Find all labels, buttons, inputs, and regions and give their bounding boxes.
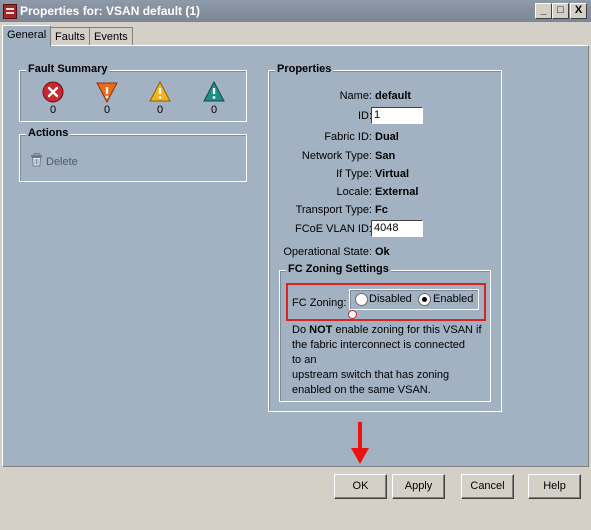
fault-critical[interactable]: 0	[38, 81, 68, 116]
note-line-1-rest: enable zoning for this VSAN if	[332, 324, 482, 336]
tab-general[interactable]: General	[2, 25, 52, 47]
fault-major[interactable]: 0	[92, 81, 122, 116]
if-type-label: If Type:	[336, 168, 372, 180]
fault-warning[interactable]: 0	[199, 81, 229, 116]
id-field[interactable]: 1	[371, 107, 423, 124]
delete-action[interactable]: Delete	[30, 153, 78, 168]
properties-group: Properties Name: default ID: 1 Fabric ID…	[268, 63, 502, 412]
transport-type-row: Transport Type: Fc	[269, 201, 499, 219]
operational-state-label: Operational State:	[283, 246, 372, 258]
critical-count: 0	[49, 104, 57, 116]
fc-zoning-enabled-label[interactable]: Enabled	[433, 293, 473, 305]
fc-zoning-group: FC Zoning Settings FC Zoning: Disabled E…	[279, 263, 491, 402]
actions-title: Actions	[26, 127, 71, 139]
network-type-label: Network Type:	[301, 150, 372, 162]
fc-zoning-highlight: FC Zoning: Disabled Enabled	[286, 283, 486, 321]
fcoe-vlan-id-field[interactable]: 4048	[371, 220, 423, 237]
fc-zoning-note: Do NOT enable zoning for this VSAN if th…	[292, 323, 488, 398]
ok-button[interactable]: OK	[334, 474, 387, 499]
fc-zoning-radio-group: Disabled Enabled	[349, 289, 479, 310]
warning-icon	[203, 81, 225, 102]
note-line-3: to an	[292, 354, 317, 366]
fcoe-vlan-id-row: FCoE VLAN ID: 4048	[269, 220, 499, 238]
fault-minor[interactable]: 0	[145, 81, 175, 116]
id-row: ID: 1	[269, 107, 499, 125]
critical-icon	[42, 81, 64, 103]
minor-count: 0	[156, 104, 164, 116]
locale-value: External	[375, 186, 419, 198]
close-button[interactable]: X	[570, 3, 587, 19]
note-line-4: upstream switch that has zoning	[292, 369, 450, 381]
name-row: Name: default	[269, 87, 499, 105]
note-line-1: Do NOT enable zoning for this VSAN if	[292, 323, 488, 338]
note-line-5: enabled on the same VSAN.	[292, 384, 431, 396]
minimize-button[interactable]: _	[535, 3, 552, 19]
if-type-row: If Type: Virtual	[269, 165, 499, 183]
tab-events[interactable]: Events	[89, 27, 133, 46]
window-title: Properties for: VSAN default (1)	[20, 4, 201, 18]
fault-summary-group: Fault Summary 0 0 0 0	[19, 63, 247, 122]
fc-zoning-label: FC Zoning:	[292, 297, 347, 309]
fault-summary-title: Fault Summary	[26, 63, 110, 75]
transport-type-value: Fc	[375, 204, 388, 216]
actions-group: Actions Delete	[19, 127, 247, 182]
fabric-id-value: Dual	[375, 131, 399, 143]
locale-label: Locale:	[336, 186, 372, 198]
major-icon	[96, 82, 118, 103]
note-bold: NOT	[309, 324, 333, 336]
operational-state-value: Ok	[375, 246, 390, 258]
fc-zoning-disabled-label[interactable]: Disabled	[369, 293, 412, 305]
id-label: ID:	[357, 110, 372, 122]
fcoe-vlan-id-label: FCoE VLAN ID:	[294, 223, 372, 235]
fc-zoning-enabled-radio[interactable]	[418, 293, 431, 306]
fabric-id-label: Fabric ID:	[324, 131, 372, 143]
minor-icon	[149, 81, 171, 102]
note-prefix: Do	[292, 324, 310, 336]
tab-faults[interactable]: Faults	[50, 27, 90, 46]
network-type-value: San	[375, 150, 396, 162]
apply-button[interactable]: Apply	[392, 474, 445, 499]
delete-label: Delete	[46, 156, 78, 168]
transport-type-label: Transport Type:	[295, 204, 372, 216]
general-panel: Fault Summary 0 0 0 0 Actions Delete Pro…	[2, 45, 589, 467]
trash-icon	[31, 153, 42, 167]
cancel-button[interactable]: Cancel	[461, 474, 514, 499]
button-bar: OK Apply Cancel Help	[0, 468, 591, 530]
title-bar: Properties for: VSAN default (1) _ □ X	[0, 0, 591, 22]
fc-zoning-title: FC Zoning Settings	[286, 263, 391, 275]
tab-bar: General Faults Events	[0, 24, 591, 47]
warning-count: 0	[210, 104, 218, 116]
fc-zoning-disabled-radio[interactable]	[355, 293, 368, 306]
fabric-id-row: Fabric ID: Dual	[269, 128, 499, 146]
mouse-cursor	[348, 310, 357, 319]
red-arrow-annotation	[351, 422, 369, 464]
maximize-button[interactable]: □	[552, 3, 569, 19]
properties-title: Properties	[275, 63, 334, 75]
network-type-row: Network Type: San	[269, 147, 499, 165]
name-label: Name:	[339, 90, 372, 102]
app-icon	[3, 4, 17, 19]
name-value: default	[375, 90, 412, 102]
help-button[interactable]: Help	[528, 474, 581, 499]
operational-state-row: Operational State: Ok	[269, 243, 499, 261]
locale-row: Locale: External	[269, 183, 499, 201]
if-type-value: Virtual	[375, 168, 410, 180]
major-count: 0	[103, 104, 111, 116]
note-line-2: the fabric interconnect is connected	[292, 339, 466, 351]
